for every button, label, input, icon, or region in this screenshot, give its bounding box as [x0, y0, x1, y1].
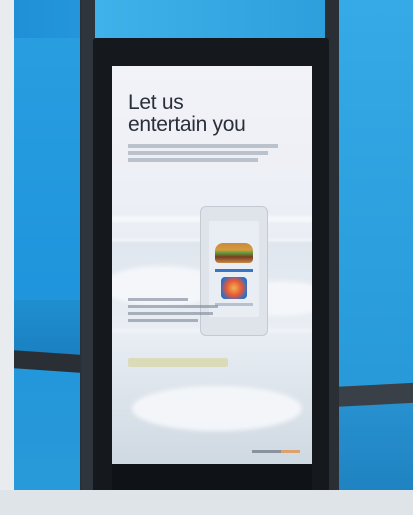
app-thumbnail: [221, 277, 247, 299]
advertising-screen: Let us entertain you: [112, 66, 312, 464]
pavement-strip: [0, 490, 413, 515]
app-bar: [215, 269, 253, 272]
photo-scene: Let us entertain you: [0, 0, 413, 515]
left-white-post: [0, 0, 14, 515]
headline-line-1: Let us: [128, 91, 184, 114]
burger-image: [215, 243, 253, 263]
cloud: [132, 386, 302, 431]
ad-headline: Let us entertain you: [128, 92, 298, 136]
headline-line-2: entertain you: [128, 113, 246, 136]
kiosk-top-glass: [95, 0, 325, 38]
promo-code-blurred: [128, 358, 238, 372]
ad-footnote-blurred: [128, 298, 248, 322]
brand-logo-blurred: [252, 450, 300, 453]
ad-body-text-blurred: [128, 144, 288, 162]
